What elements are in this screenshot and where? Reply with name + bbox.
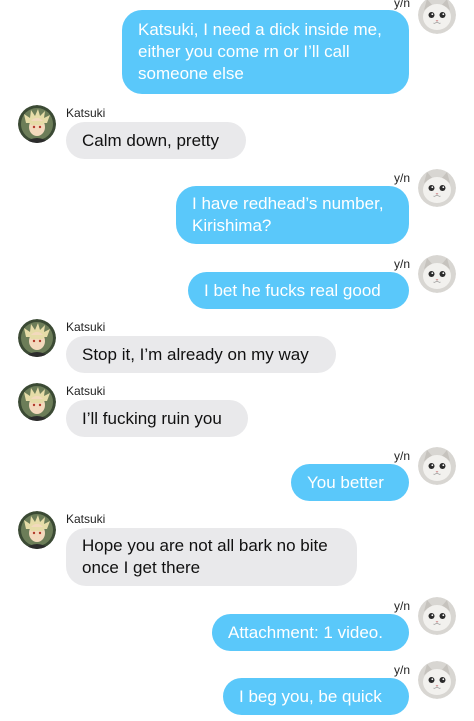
- self-avatar-icon[interactable]: [418, 0, 456, 34]
- message-bubble-incoming[interactable]: Hope you are not all bark no bite once I…: [66, 528, 357, 586]
- message-bubble-outgoing[interactable]: I have redhead’s number, Kirishima?: [176, 186, 409, 244]
- message-bubble-outgoing[interactable]: You better: [291, 464, 409, 501]
- katsuki-avatar-icon[interactable]: [18, 105, 56, 143]
- self-avatar-icon[interactable]: [418, 597, 456, 635]
- message-bubble-incoming[interactable]: I’ll fucking ruin you: [66, 400, 248, 437]
- sender-label-self: y/n: [393, 449, 410, 463]
- message-bubble-outgoing[interactable]: Katsuki, I need a dick inside me, either…: [122, 10, 409, 94]
- sender-label-self: y/n: [393, 599, 410, 613]
- self-avatar-icon[interactable]: [418, 661, 456, 699]
- self-avatar-icon[interactable]: [418, 447, 456, 485]
- sender-label-other: Katsuki: [66, 320, 106, 334]
- message-bubble-outgoing[interactable]: I beg you, be quick: [223, 678, 409, 715]
- message-bubble-incoming[interactable]: Stop it, I’m already on my way: [66, 336, 336, 373]
- message-bubble-incoming[interactable]: Calm down, pretty: [66, 122, 246, 159]
- sender-label-self: y/n: [393, 663, 410, 677]
- katsuki-avatar-icon[interactable]: [18, 383, 56, 421]
- sender-label-other: Katsuki: [66, 384, 106, 398]
- sender-label-self: y/n: [393, 171, 410, 185]
- self-avatar-icon[interactable]: [418, 255, 456, 293]
- attachment-video-bubble[interactable]: Attachment: 1 video.: [212, 614, 409, 651]
- message-bubble-outgoing[interactable]: I bet he fucks real good: [188, 272, 409, 309]
- sender-label-other: Katsuki: [66, 106, 106, 120]
- self-avatar-icon[interactable]: [418, 169, 456, 207]
- katsuki-avatar-icon[interactable]: [18, 319, 56, 357]
- katsuki-avatar-icon[interactable]: [18, 511, 56, 549]
- sender-label-self: y/n: [393, 257, 410, 271]
- sender-label-other: Katsuki: [66, 512, 106, 526]
- sender-label-self: y/n: [393, 0, 410, 10]
